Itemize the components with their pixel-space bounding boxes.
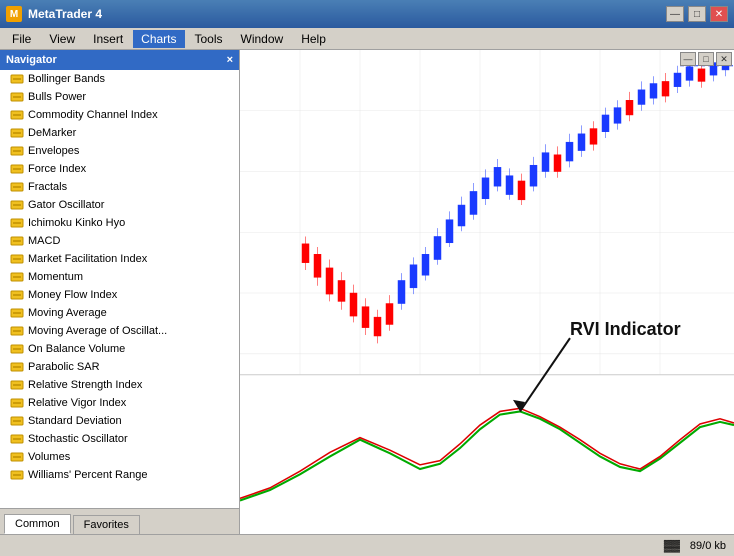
navigator-list[interactable]: Bollinger Bands Bulls Power Commodity Ch… [0, 70, 239, 508]
menu-file[interactable]: File [4, 30, 39, 48]
indicator-icon [10, 324, 24, 338]
chart-restore-button[interactable]: □ [698, 52, 714, 66]
navigator-panel: Navigator × Bollinger Bands Bulls Power [0, 50, 240, 534]
list-item[interactable]: Money Flow Index [0, 286, 239, 304]
indicator-icon [10, 144, 24, 158]
indicator-icon [10, 180, 24, 194]
main-content: Navigator × Bollinger Bands Bulls Power [0, 50, 734, 534]
list-item[interactable]: Standard Deviation [0, 412, 239, 430]
indicator-icon [10, 198, 24, 212]
list-item[interactable]: Envelopes [0, 142, 239, 160]
svg-text:RVI Indicator: RVI Indicator [570, 318, 681, 339]
indicator-icon [10, 108, 24, 122]
list-item[interactable]: Gator Oscillator [0, 196, 239, 214]
list-item[interactable]: Momentum [0, 268, 239, 286]
app-title: MetaTrader 4 [28, 7, 102, 21]
indicator-icon [10, 468, 24, 482]
list-item[interactable]: Parabolic SAR [0, 358, 239, 376]
list-item[interactable]: DeMarker [0, 124, 239, 142]
list-item[interactable]: Volumes [0, 448, 239, 466]
minimize-button[interactable]: — [666, 6, 684, 22]
title-bar: M MetaTrader 4 — □ ✕ [0, 0, 734, 28]
navigator-tabs: Common Favorites [0, 508, 239, 534]
list-item[interactable]: Moving Average [0, 304, 239, 322]
menu-help[interactable]: Help [293, 30, 334, 48]
chart-area[interactable]: — □ ✕ [240, 50, 734, 534]
menu-window[interactable]: Window [233, 30, 292, 48]
chart-type-icon: ▓▓ [664, 540, 680, 552]
list-item[interactable]: Relative Strength Index [0, 376, 239, 394]
close-button[interactable]: ✕ [710, 6, 728, 22]
menu-insert[interactable]: Insert [85, 30, 131, 48]
indicator-icon [10, 216, 24, 230]
indicator-icon [10, 252, 24, 266]
chart-svg: RVI Indicator [240, 50, 734, 534]
menu-view[interactable]: View [41, 30, 83, 48]
list-item[interactable]: Bollinger Bands [0, 70, 239, 88]
navigator-title: Navigator [6, 54, 57, 66]
list-item[interactable]: Stochastic Oscillator [0, 430, 239, 448]
indicator-icon [10, 414, 24, 428]
menu-bar: File View Insert Charts Tools Window Hel… [0, 28, 734, 50]
list-item[interactable]: Moving Average of Oscillat... [0, 322, 239, 340]
indicator-icon [10, 270, 24, 284]
list-item[interactable]: Fractals [0, 178, 239, 196]
list-item[interactable]: Commodity Channel Index [0, 106, 239, 124]
menu-charts[interactable]: Charts [133, 30, 184, 48]
maximize-button[interactable]: □ [688, 6, 706, 22]
status-bar: ▓▓ 89/0 kb [0, 534, 734, 556]
tab-common[interactable]: Common [4, 514, 71, 534]
list-item[interactable]: Ichimoku Kinko Hyo [0, 214, 239, 232]
list-item[interactable]: Market Facilitation Index [0, 250, 239, 268]
indicator-icon [10, 360, 24, 374]
chart-minimize-button[interactable]: — [680, 52, 696, 66]
list-item[interactable]: Bulls Power [0, 88, 239, 106]
navigator-close-button[interactable]: × [227, 54, 233, 66]
list-item[interactable]: Force Index [0, 160, 239, 178]
navigator-header: Navigator × [0, 50, 239, 70]
indicator-icon [10, 162, 24, 176]
indicator-icon [10, 72, 24, 86]
list-item[interactable]: Relative Vigor Index [0, 394, 239, 412]
indicator-icon [10, 432, 24, 446]
file-size-label: 89/0 kb [690, 540, 726, 552]
indicator-icon [10, 288, 24, 302]
list-item[interactable]: On Balance Volume [0, 340, 239, 358]
indicator-icon [10, 450, 24, 464]
tab-favorites[interactable]: Favorites [73, 515, 140, 534]
list-item[interactable]: Williams' Percent Range [0, 466, 239, 484]
title-controls: — □ ✕ [666, 6, 728, 22]
indicator-icon [10, 126, 24, 140]
app-icon: M [6, 6, 22, 22]
indicator-icon [10, 378, 24, 392]
indicator-icon [10, 396, 24, 410]
indicator-icon [10, 234, 24, 248]
indicator-icon [10, 90, 24, 104]
chart-close-button[interactable]: ✕ [716, 52, 732, 66]
indicator-icon [10, 306, 24, 320]
indicator-icon [10, 342, 24, 356]
list-item[interactable]: MACD [0, 232, 239, 250]
menu-tools[interactable]: Tools [187, 30, 231, 48]
